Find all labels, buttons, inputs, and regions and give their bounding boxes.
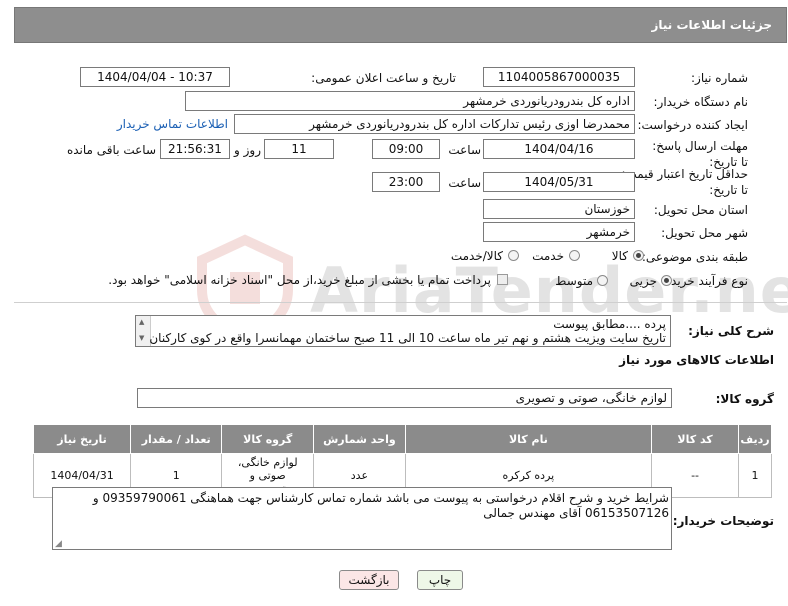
province-label: استان محل تحویل: bbox=[653, 203, 748, 217]
islamic-treasury-checkbox[interactable] bbox=[497, 274, 508, 285]
validity-time-field: 23:00 bbox=[372, 172, 440, 192]
scroll-up-icon[interactable]: ▲ bbox=[139, 318, 144, 326]
announce-datetime-label: تاریخ و ساعت اعلان عمومی: bbox=[311, 71, 456, 85]
col-row: ردیف bbox=[738, 424, 772, 454]
validity-hour-label: ساعت bbox=[448, 176, 481, 190]
back-button[interactable]: بازگشت bbox=[339, 570, 399, 590]
process-minor-radio[interactable] bbox=[661, 275, 672, 286]
resize-grip-icon[interactable]: ◢ bbox=[55, 539, 62, 549]
col-qty: تعداد / مقدار bbox=[130, 424, 223, 454]
col-group: گروه کالا bbox=[221, 424, 315, 454]
city-label: شهر محل تحویل: bbox=[661, 226, 748, 240]
goods-group-label: گروه کالا: bbox=[715, 392, 774, 406]
process-medium-label: متوسط bbox=[555, 274, 593, 288]
process-minor-label: جزیی bbox=[629, 274, 657, 288]
deadline-time-field: 09:00 bbox=[372, 139, 440, 159]
day-and-label: روز و bbox=[234, 143, 261, 157]
creator-label: ایجاد کننده درخواست: bbox=[637, 118, 748, 132]
general-desc-line2: تاریخ سایت ویزیت هشتم و نهم تیر ماه ساعت… bbox=[149, 331, 666, 345]
buyer-notes-line2: 06153507126 آقای مهندس جمالی bbox=[483, 506, 669, 520]
col-date: تاریخ نیاز bbox=[32, 424, 132, 454]
payment-note: پرداخت تمام یا بخشی از مبلغ خرید،از محل … bbox=[108, 273, 491, 287]
goods-group-field: لوازم خانگی، صوتی و تصویری bbox=[137, 388, 672, 408]
category-label: طبقه بندی موضوعی: bbox=[641, 250, 748, 264]
buyer-org-label: نام دستگاه خریدار: bbox=[653, 95, 749, 109]
category-service-label: خدمت bbox=[532, 249, 564, 263]
page-title: جزئیات اطلاعات نیاز bbox=[651, 18, 772, 32]
city-field: خرمشهر bbox=[483, 222, 635, 242]
table-header-row: ردیف کد کالا نام کالا واحد شمارش گروه کا… bbox=[32, 424, 772, 454]
scroll-down-icon[interactable]: ▼ bbox=[139, 334, 144, 342]
col-code: کد کالا bbox=[651, 424, 740, 454]
price-validity-label: حداقل تاریخ اعتبار قیمت: تا تاریخ: bbox=[621, 167, 748, 197]
process-type-label: نوع فرآیند خرید : bbox=[663, 274, 748, 288]
remaining-time-field: 21:56:31 bbox=[160, 139, 230, 159]
contact-buyer-link[interactable]: اطلاعات تماس خریدار bbox=[117, 117, 228, 131]
category-goods-label: کالا bbox=[611, 249, 628, 263]
goods-info-heading: اطلاعات کالاهای مورد نیاز bbox=[619, 353, 774, 367]
province-field: خوزستان bbox=[483, 199, 635, 219]
category-goods-service-label: کالا/خدمت bbox=[450, 249, 503, 263]
hours-remaining-label: ساعت باقی مانده bbox=[66, 143, 156, 157]
process-medium-radio[interactable] bbox=[597, 275, 608, 286]
need-number-label: شماره نیاز: bbox=[691, 71, 748, 85]
print-button[interactable]: چاپ bbox=[417, 570, 463, 590]
category-service-radio[interactable] bbox=[569, 250, 580, 261]
buyer-notes-textarea[interactable]: شرایط خرید و شرح اقلام درخواستی به پیوست… bbox=[52, 487, 672, 550]
announce-datetime-field: 1404/04/04 - 10:37 bbox=[80, 67, 230, 87]
col-unit: واحد شمارش bbox=[313, 424, 406, 454]
section-divider bbox=[14, 302, 787, 303]
col-name: نام کالا bbox=[404, 424, 653, 454]
general-desc-label: شرح کلی نیاز: bbox=[688, 324, 774, 338]
general-desc-line1: پرده ....مطابق پیوست bbox=[553, 317, 666, 331]
header-panel: جزئیات اطلاعات نیاز bbox=[14, 7, 787, 43]
deadline-date-field: 1404/04/16 bbox=[483, 139, 635, 159]
creator-field: محمدرضا اوزی رئیس تدارکات اداره کل بندرو… bbox=[234, 114, 635, 134]
general-desc-textarea[interactable]: ▲ ▼ پرده ....مطابق پیوست تاریخ سایت ویزی… bbox=[135, 315, 671, 347]
buyer-notes-line1: شرایط خرید و شرح اقلام درخواستی به پیوست… bbox=[92, 491, 669, 505]
category-goods-radio[interactable] bbox=[633, 250, 644, 261]
buyer-org-field: اداره کل بندرودریانوردی خرمشهر bbox=[185, 91, 635, 111]
validity-date-field: 1404/05/31 bbox=[483, 172, 635, 192]
category-goods-service-radio[interactable] bbox=[508, 250, 519, 261]
cell-row: 1 bbox=[738, 453, 772, 498]
deadline-hour-label: ساعت bbox=[448, 143, 481, 157]
need-number-field: 1104005867000035 bbox=[483, 67, 635, 87]
buyer-notes-label: توضیحات خریدار: bbox=[672, 514, 774, 528]
deadline-days-field: 11 bbox=[264, 139, 334, 159]
